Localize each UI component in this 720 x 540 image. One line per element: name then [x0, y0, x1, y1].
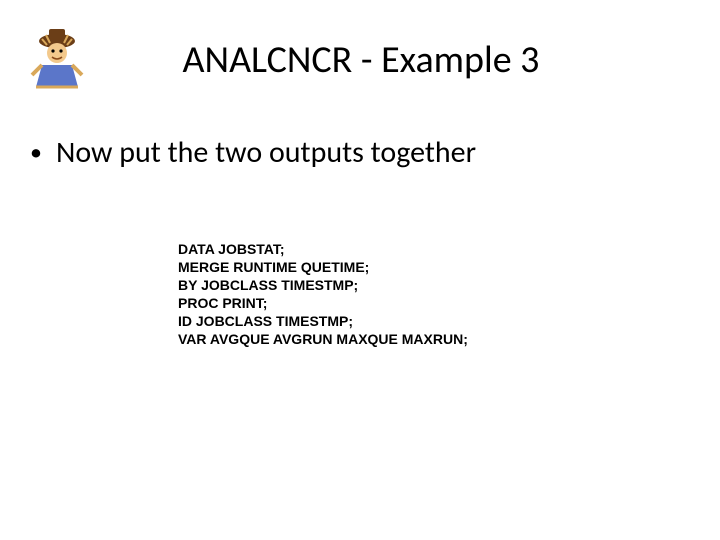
scarecrow-logo-icon	[22, 25, 92, 95]
code-line: MERGE RUNTIME QUETIME;	[178, 259, 369, 275]
code-line: BY JOBCLASS TIMESTMP;	[178, 277, 358, 293]
code-line: PROC PRINT;	[178, 295, 267, 311]
code-line: VAR AVGQUE AVGRUN MAXQUE MAXRUN;	[178, 331, 468, 347]
bullet-marker-icon: •	[30, 135, 42, 171]
code-line: DATA JOBSTAT;	[178, 241, 285, 257]
bullet-item: • Now put the two outputs together	[30, 135, 690, 171]
title-row: ANALCNCR - Example 3	[0, 20, 720, 100]
code-line: ID JOBCLASS TIMESTMP;	[178, 313, 353, 329]
slide: ANALCNCR - Example 3 • Now put the two o…	[0, 0, 720, 540]
bullet-text: Now put the two outputs together	[56, 135, 476, 171]
code-block: DATA JOBSTAT; MERGE RUNTIME QUETIME; BY …	[178, 240, 468, 348]
slide-title: ANALCNCR - Example 3	[92, 37, 720, 83]
